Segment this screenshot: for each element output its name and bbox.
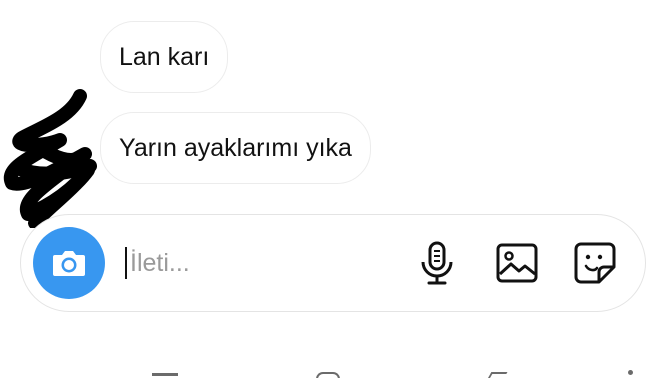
message-bubble[interactable]: Yarın ayaklarımı yıka — [100, 112, 371, 184]
message-text: Lan karı — [119, 42, 210, 71]
microphone-icon — [421, 241, 453, 285]
system-navigation-bar — [0, 362, 672, 378]
voice-message-button[interactable] — [413, 239, 461, 287]
message-input-placeholder: İleti... — [130, 248, 190, 277]
home-icon[interactable] — [316, 372, 340, 378]
recents-icon[interactable] — [152, 373, 178, 376]
back-icon[interactable] — [484, 372, 508, 378]
text-caret — [125, 247, 127, 279]
message-text: Yarın ayaklarımı yıka — [119, 133, 352, 162]
sticker-button[interactable] — [571, 239, 619, 287]
camera-icon — [53, 251, 85, 276]
chat-screen: Lan karı Yarın ayaklarımı yıka İleti... — [0, 0, 672, 378]
gallery-button[interactable] — [493, 239, 541, 287]
assist-dot-icon — [628, 370, 633, 375]
image-gallery-icon — [496, 243, 538, 283]
message-composer: İleti... — [20, 214, 646, 312]
redaction-scribble — [3, 89, 97, 228]
sticker-icon — [574, 242, 616, 284]
camera-button[interactable] — [33, 227, 105, 299]
message-bubble[interactable]: Lan karı — [100, 21, 229, 93]
message-input[interactable]: İleti... — [125, 243, 395, 283]
